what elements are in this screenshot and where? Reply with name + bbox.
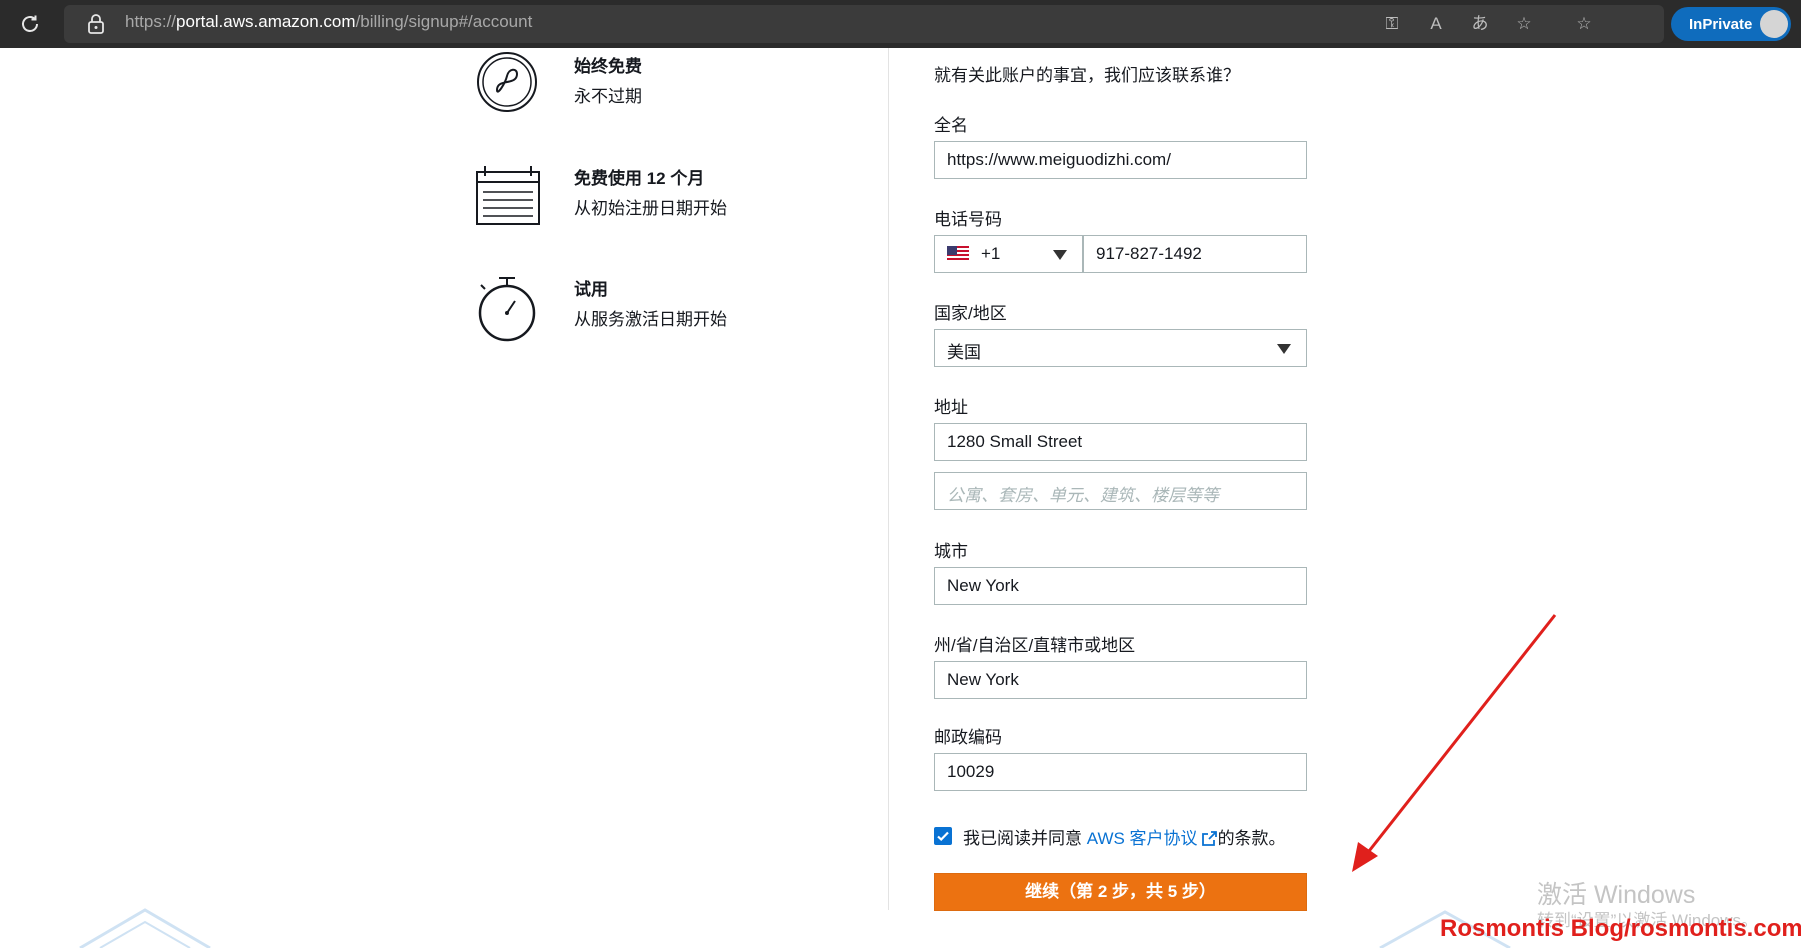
full-name-field[interactable]: https://www.meiguodizhi.com/ xyxy=(934,141,1307,179)
calendar-icon xyxy=(476,166,540,225)
country-label: 国家/地区 xyxy=(934,304,1007,323)
benefit-subtitle: 从初始注册日期开始 xyxy=(574,199,727,218)
blog-watermark: Rosmontis Blog/rosmontis.com xyxy=(1440,915,1801,942)
url-path: /billing/signup#/account xyxy=(355,12,533,31)
state-field[interactable]: New York xyxy=(934,661,1307,699)
browser-toolbar: https://portal.aws.amazon.com/billing/si… xyxy=(0,0,1801,48)
full-name-label: 全名 xyxy=(934,116,968,135)
address-url[interactable]: https://portal.aws.amazon.com/billing/si… xyxy=(125,12,532,32)
favorites-icon[interactable]: ☆ xyxy=(1573,13,1595,35)
benefit-12-months: 免费使用 12 个月 从初始注册日期开始 xyxy=(475,164,775,236)
state-label: 州/省/自治区/直辖市或地区 xyxy=(934,636,1136,655)
phone-label: 电话号码 xyxy=(934,210,1002,229)
city-label: 城市 xyxy=(934,542,968,561)
infinity-icon xyxy=(477,52,537,112)
decorative-background-shape xyxy=(79,908,211,948)
agree-checkbox[interactable] xyxy=(934,827,952,845)
address-line2-field[interactable]: 公寓、套房、单元、建筑、楼层等等 xyxy=(934,472,1307,510)
add-favorite-icon[interactable]: ☆ xyxy=(1513,13,1535,35)
continue-button[interactable]: 继续（第 2 步，共 5 步） xyxy=(934,873,1307,911)
avatar xyxy=(1760,10,1788,38)
benefit-subtitle: 从服务激活日期开始 xyxy=(574,310,727,329)
address-line1-field[interactable]: 1280 Small Street xyxy=(934,423,1307,461)
annotation-arrow-icon xyxy=(1352,614,1557,872)
lock-icon[interactable] xyxy=(86,13,106,35)
customer-agreement-link[interactable]: AWS 客户协议 xyxy=(1087,829,1198,848)
inprivate-button[interactable]: InPrivate xyxy=(1671,7,1791,41)
chevron-down-icon xyxy=(1053,250,1067,260)
agree-text: 我已阅读并同意 AWS 客户协议 的条款。 xyxy=(963,824,1286,849)
zip-label: 邮政编码 xyxy=(934,728,1002,747)
url-scheme: https:// xyxy=(125,12,177,31)
zip-field[interactable]: 10029 xyxy=(934,753,1307,791)
external-link-icon[interactable] xyxy=(1201,830,1218,847)
benefit-trial: 试用 从服务激活日期开始 xyxy=(475,275,775,347)
benefit-title: 始终免费 xyxy=(574,57,642,76)
phone-field[interactable]: 917-827-1492 xyxy=(1083,235,1307,273)
key-icon[interactable]: ⚿ xyxy=(1381,13,1403,35)
benefit-title: 试用 xyxy=(574,280,608,299)
translate-icon[interactable]: あ xyxy=(1469,13,1491,35)
benefit-title: 免费使用 12 个月 xyxy=(574,169,705,188)
address-label: 地址 xyxy=(934,398,968,417)
city-field[interactable]: New York xyxy=(934,567,1307,605)
read-aloud-icon[interactable]: A xyxy=(1425,13,1447,35)
country-code-value: +1 xyxy=(981,244,1001,263)
url-host: portal.aws.amazon.com xyxy=(176,12,356,31)
country-select[interactable]: 美国 xyxy=(934,329,1307,367)
agree-prefix: 我已阅读并同意 xyxy=(963,829,1087,848)
checkmark-icon xyxy=(937,831,949,842)
agree-suffix: 的条款。 xyxy=(1217,829,1286,848)
column-divider xyxy=(888,48,889,910)
stopwatch-icon xyxy=(478,277,536,342)
us-flag-icon xyxy=(947,246,969,262)
inprivate-label: InPrivate xyxy=(1689,16,1753,33)
country-code-select[interactable]: +1 xyxy=(934,235,1083,273)
benefit-always-free: 始终免费 永不过期 xyxy=(475,52,775,124)
reload-icon[interactable] xyxy=(16,10,44,38)
country-value: 美国 xyxy=(947,343,981,362)
contact-question: 就有关此账户的事宜，我们应该联系谁？ xyxy=(934,66,1240,85)
chevron-down-icon xyxy=(1277,344,1291,354)
benefit-subtitle: 永不过期 xyxy=(574,87,642,106)
